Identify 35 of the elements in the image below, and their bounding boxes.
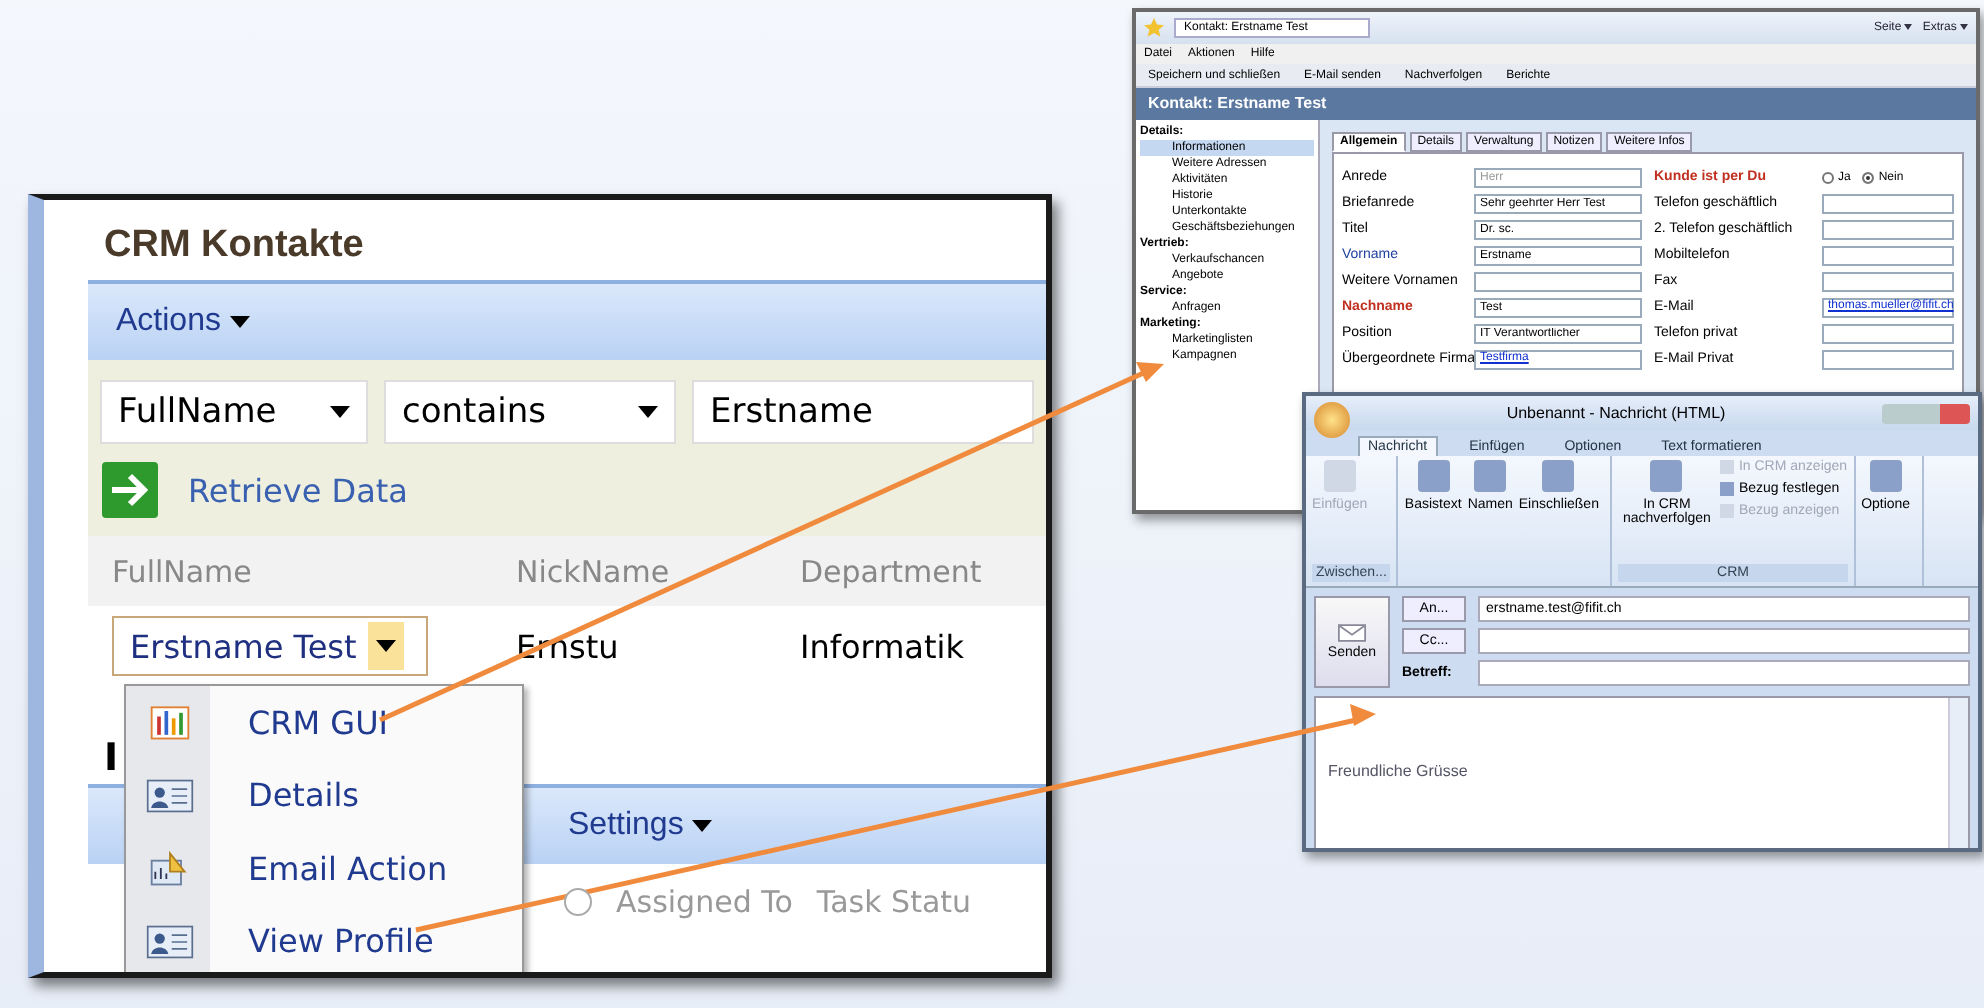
input-field[interactable]: [1822, 219, 1954, 239]
input-field[interactable]: [1822, 193, 1954, 213]
retrieve-data-link[interactable]: Retrieve Data: [188, 471, 408, 509]
input-field[interactable]: [1822, 349, 1954, 369]
scrollbar[interactable]: [1948, 698, 1968, 848]
menu-item[interactable]: CRM GUI: [126, 686, 522, 759]
filter-value-field[interactable]: Erstname: [692, 380, 1034, 444]
message-body[interactable]: Freundliche Grüsse: [1314, 696, 1970, 848]
radio-button[interactable]: [564, 888, 592, 916]
subject-field[interactable]: [1478, 660, 1970, 686]
table-cell: Informatik: [800, 627, 964, 665]
input-field[interactable]: [1822, 245, 1954, 265]
menu-item[interactable]: Details: [126, 759, 522, 832]
office-button[interactable]: [1314, 401, 1350, 437]
signature-text: Freundliche Grüsse: [1328, 762, 1468, 780]
form-header: Kontakt: Erstname Test: [1136, 88, 1976, 120]
star-icon[interactable]: [1144, 18, 1164, 38]
input-field[interactable]: [1822, 271, 1954, 291]
name-dropdown[interactable]: Erstname Test: [112, 616, 428, 676]
operator-dropdown[interactable]: contains: [384, 380, 676, 444]
arrow-right-icon[interactable]: [100, 460, 160, 520]
menu-item[interactable]: Email Action: [126, 832, 522, 905]
panel-title: CRM Kontakte: [102, 222, 366, 270]
menu-item[interactable]: View Profile: [126, 905, 522, 972]
field-dropdown[interactable]: FullName: [100, 380, 368, 444]
bar-chart-icon: [146, 700, 194, 745]
settings-menu[interactable]: Settings: [568, 808, 713, 844]
actions-menu[interactable]: Actions: [116, 304, 250, 340]
input-field[interactable]: [1474, 271, 1642, 291]
section-heading: I: [104, 736, 121, 784]
window-controls[interactable]: [1882, 403, 1970, 423]
window-title: Unbenannt - Nachricht (HTML): [1504, 404, 1728, 422]
cc-field[interactable]: [1478, 628, 1970, 654]
envelope-icon: [1338, 624, 1366, 642]
input-field[interactable]: [1822, 323, 1954, 343]
